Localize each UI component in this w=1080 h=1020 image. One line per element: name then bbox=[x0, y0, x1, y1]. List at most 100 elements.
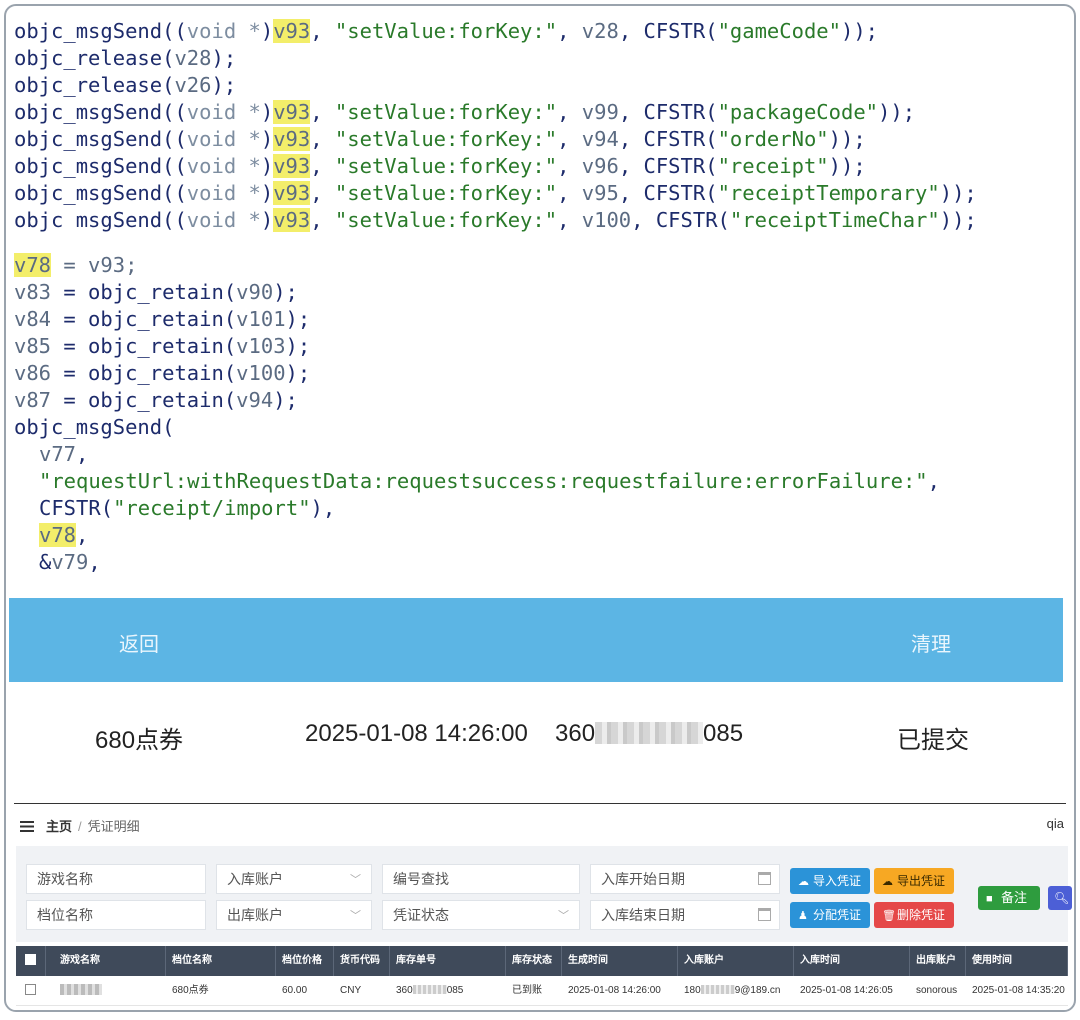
cell-in-account: 180 9@189.cn bbox=[678, 976, 794, 1006]
code-token: v93 bbox=[273, 181, 311, 205]
cell-price: 60.00 bbox=[282, 985, 308, 996]
in-account-select[interactable]: 入库账户 ﹀ bbox=[216, 864, 372, 894]
record-product: 680点券 bbox=[95, 727, 184, 754]
redacted-mask bbox=[60, 984, 102, 995]
in-end-date-picker[interactable]: 入库结束日期 bbox=[590, 900, 780, 930]
code-token: , CFSTR( bbox=[618, 127, 718, 151]
note-icon: ■ bbox=[986, 893, 993, 905]
code-token: v77 bbox=[39, 442, 77, 466]
code-line: objc_msgSend((void *)v93, "setValue:forK… bbox=[14, 99, 1070, 126]
table-row[interactable]: 680点券 60.00 CNY 360 085 已到账 2025-01-08 14… bbox=[16, 976, 1068, 1006]
code-token: "setValue:forKey:" bbox=[334, 208, 558, 232]
code-token: ) bbox=[260, 19, 274, 43]
code-line: v78 = v93; bbox=[14, 252, 1070, 279]
cell-order-no: 360 085 bbox=[390, 976, 506, 1006]
header-in-time[interactable]: 入库时间 bbox=[794, 946, 910, 976]
code-token: v103 bbox=[236, 334, 286, 358]
select-all-checkbox[interactable] bbox=[16, 946, 46, 976]
cell-used-time: 2025-01-08 14:35:20 bbox=[972, 985, 1065, 996]
code-token: )); bbox=[939, 208, 977, 232]
code-token: void * bbox=[186, 208, 261, 232]
code-token: "gameCode" bbox=[717, 19, 841, 43]
code-token: ); bbox=[211, 46, 237, 70]
code-token: , bbox=[557, 127, 582, 151]
code-token: , CFSTR( bbox=[618, 181, 718, 205]
code-token: "packageCode" bbox=[717, 100, 879, 124]
header-in-account[interactable]: 入库账户 bbox=[678, 946, 794, 976]
header-created-time[interactable]: 生成时间 bbox=[562, 946, 678, 976]
code-token: ) bbox=[260, 181, 274, 205]
game-name-input[interactable]: 游戏名称 bbox=[26, 864, 206, 894]
code-token: ); bbox=[273, 388, 298, 412]
code-token: v78 bbox=[39, 523, 77, 547]
header-stock-order-no[interactable]: 库存单号 bbox=[390, 946, 506, 976]
note-label: 备注 bbox=[1001, 890, 1028, 905]
code-line: objc_release(v28); bbox=[14, 45, 1070, 72]
code-token: objc_msgSend( bbox=[14, 415, 175, 439]
export-voucher-button[interactable]: ☁ 导出凭证 bbox=[874, 868, 954, 894]
header-out-account[interactable]: 出库账户 bbox=[910, 946, 966, 976]
search-button[interactable]: 🔍︎ bbox=[1048, 886, 1072, 910]
code-token: objc_release( bbox=[14, 73, 175, 97]
code-line: v84 = objc_retain(v101); bbox=[14, 306, 1070, 333]
code-token: v28 bbox=[174, 46, 212, 70]
record-order-no: 360 085 bbox=[555, 720, 743, 748]
code-line: objc_msgSend((void *)v93, "setValue:forK… bbox=[14, 126, 1070, 153]
account-suffix: 9@189.cn bbox=[734, 985, 781, 996]
cell-out-account: sonorous bbox=[916, 985, 958, 996]
code-token: v83 bbox=[14, 280, 52, 304]
section-divider bbox=[14, 803, 1066, 804]
code-token: objc msgSend(( bbox=[14, 208, 187, 232]
code-token: )); bbox=[828, 127, 866, 151]
code-token: v26 bbox=[174, 73, 212, 97]
cell-created: 2025-01-08 14:26:00 bbox=[568, 985, 661, 996]
code-line: v86 = objc_retain(v100); bbox=[14, 360, 1070, 387]
code-token: ); bbox=[285, 334, 311, 358]
cloud-upload-icon: ☁ bbox=[798, 876, 809, 888]
out-account-select[interactable]: 出库账户 ﹀ bbox=[216, 900, 372, 930]
tier-name-input[interactable]: 档位名称 bbox=[26, 900, 206, 930]
header-game-name[interactable]: 游戏名称 bbox=[46, 946, 166, 976]
admin-panel: 主页 / 凭证明细 qia 游戏名称 入库账户 ﹀ 编号查找 入库开始日期 档位名称 … bbox=[12, 806, 1072, 1010]
code-token: ), bbox=[310, 496, 336, 520]
hamburger-menu-icon[interactable] bbox=[20, 821, 34, 832]
assign-voucher-button[interactable]: ♟ 分配凭证 bbox=[790, 902, 870, 928]
code-token: v100 bbox=[581, 208, 632, 232]
code-line: objc_release(v26); bbox=[14, 72, 1070, 99]
delete-voucher-button[interactable]: 🗑删除凭证 bbox=[874, 902, 954, 928]
code-token: v100 bbox=[236, 361, 286, 385]
breadcrumb-home[interactable]: 主页 bbox=[46, 819, 72, 834]
note-button[interactable]: ■ 备注 bbox=[978, 886, 1040, 910]
code-line: objc_msgSend((void *)v93, "setValue:forK… bbox=[14, 180, 1070, 207]
in-start-date-placeholder: 入库开始日期 bbox=[601, 871, 685, 887]
user-name[interactable]: qia bbox=[1047, 816, 1064, 831]
code-token: void * bbox=[186, 19, 261, 43]
trash-icon: 🗑 bbox=[882, 910, 896, 922]
redacted-mask bbox=[700, 985, 735, 994]
code-line: v83 = objc_retain(v90); bbox=[14, 279, 1070, 306]
header-currency-code[interactable]: 货币代码 bbox=[334, 946, 390, 976]
row-checkbox[interactable] bbox=[16, 976, 46, 1006]
code-line: v77, bbox=[14, 441, 1070, 468]
header-used-time[interactable]: 使用时间 bbox=[966, 946, 1068, 976]
header-tier-name[interactable]: 档位名称 bbox=[166, 946, 276, 976]
import-voucher-button[interactable]: ☁ 导入凭证 bbox=[790, 868, 870, 894]
in-start-date-picker[interactable]: 入库开始日期 bbox=[590, 864, 780, 894]
table-header: 游戏名称 档位名称 档位价格 货币代码 库存单号 库存状态 生成时间 入库账户 入库时间 出库账户… bbox=[16, 946, 1068, 976]
voucher-record-row: 680点券 2025-01-08 14:26:00 360 085 已提交 bbox=[9, 706, 1063, 766]
code-token: & bbox=[39, 550, 52, 574]
code-line: v87 = objc_retain(v94); bbox=[14, 387, 1070, 414]
header-tier-price[interactable]: 档位价格 bbox=[276, 946, 334, 976]
clean-button[interactable]: 清理 bbox=[911, 628, 951, 657]
code-token: v93 bbox=[273, 154, 311, 178]
code-token: objc_msgSend(( bbox=[14, 19, 187, 43]
code-search-input[interactable]: 编号查找 bbox=[382, 864, 580, 894]
header-stock-status[interactable]: 库存状态 bbox=[506, 946, 562, 976]
voucher-status-select[interactable]: 凭证状态 ﹀ bbox=[382, 900, 580, 930]
back-button[interactable]: 返回 bbox=[119, 628, 159, 657]
code-token: v93 bbox=[273, 100, 311, 124]
code-token: , bbox=[927, 469, 940, 493]
breadcrumb-current: 凭证明细 bbox=[87, 819, 140, 834]
cell-stock-status: 已到账 bbox=[512, 985, 542, 996]
cell-game-name bbox=[46, 976, 156, 1006]
